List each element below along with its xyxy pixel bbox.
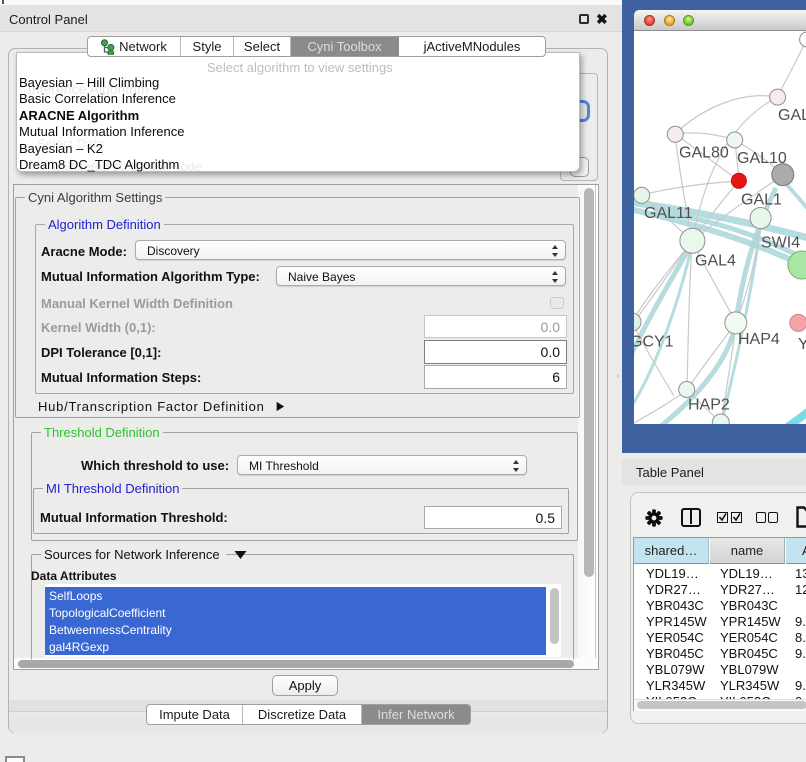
svg-text:GAL11: GAL11 xyxy=(644,205,693,222)
svg-text:GAL4: GAL4 xyxy=(695,253,736,270)
svg-text:GAL10: GAL10 xyxy=(737,150,787,167)
svg-text:Y: Y xyxy=(798,336,806,353)
svg-text:HAP4: HAP4 xyxy=(738,331,780,348)
svg-text:GCY1: GCY1 xyxy=(634,334,674,351)
svg-text:GAL80: GAL80 xyxy=(679,145,729,162)
svg-text:GAL1: GAL1 xyxy=(741,192,782,209)
svg-text:SWI4: SWI4 xyxy=(761,235,800,252)
svg-text:GAL7: GAL7 xyxy=(778,107,806,124)
svg-text:HAP2: HAP2 xyxy=(688,397,730,414)
